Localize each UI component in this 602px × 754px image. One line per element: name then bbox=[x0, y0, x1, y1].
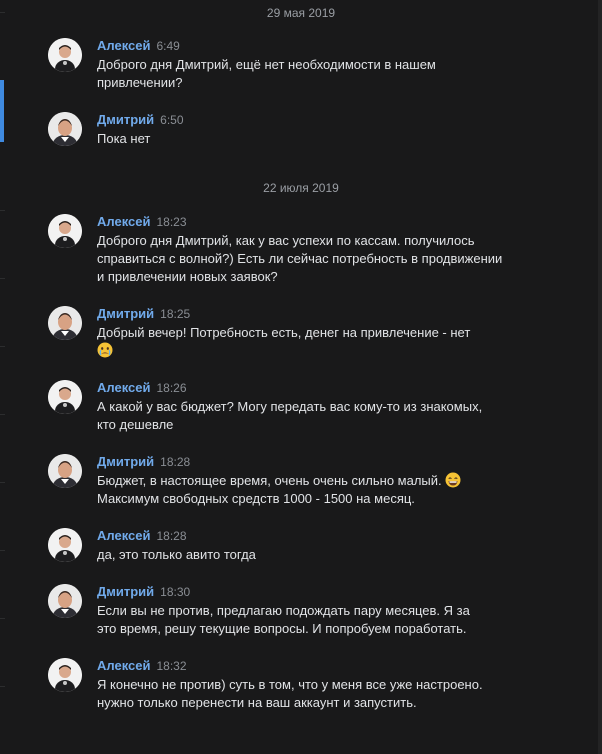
message-author[interactable]: Алексей bbox=[97, 658, 151, 673]
chat-history: 29 мая 2019 Алексей 6:49 Доброго дня Дмит… bbox=[0, 0, 598, 754]
message-text: Бюджет, в настоящее время, очень очень с… bbox=[97, 472, 537, 508]
date-separator: 29 мая 2019 bbox=[266, 6, 336, 20]
message-time[interactable]: 18:30 bbox=[160, 585, 190, 599]
message-text: Я конечно не против) суть в том, что у м… bbox=[97, 676, 537, 712]
grinning-face-emoji bbox=[445, 472, 461, 488]
avatar-aleksey[interactable] bbox=[48, 38, 82, 72]
message-author[interactable]: Алексей bbox=[97, 380, 151, 395]
avatar-aleksey[interactable] bbox=[48, 214, 82, 248]
message-line: и привлечении новых заявок? bbox=[97, 269, 278, 284]
message-text: да, это только авито тогда bbox=[97, 546, 537, 564]
message-time[interactable]: 6:49 bbox=[157, 39, 180, 53]
message-line: кто дешевле bbox=[97, 417, 174, 432]
message-line: да, это только авито тогда bbox=[97, 547, 256, 562]
message-text: Доброго дня Дмитрий, как у вас успехи по… bbox=[97, 232, 537, 286]
chat-scrollbar-track[interactable] bbox=[598, 0, 602, 754]
message-text: А какой у вас бюджет? Могу передать вас … bbox=[97, 398, 537, 434]
crying-face-emoji bbox=[97, 342, 113, 358]
message-line: это время, решу текущие вопросы. И попро… bbox=[97, 621, 467, 636]
message-time[interactable]: 18:25 bbox=[160, 307, 190, 321]
message-text: Доброго дня Дмитрий, ещё нет необходимос… bbox=[97, 56, 537, 92]
message-author[interactable]: Дмитрий bbox=[97, 112, 154, 127]
message-author[interactable]: Алексей bbox=[97, 214, 151, 229]
message-line: Доброго дня Дмитрий, как у вас успехи по… bbox=[97, 233, 475, 248]
message-line: А какой у вас бюджет? Могу передать вас … bbox=[97, 399, 483, 414]
message-time[interactable]: 6:50 bbox=[160, 113, 183, 127]
message-line: Бюджет, в настоящее время, очень очень с… bbox=[97, 472, 537, 490]
message-time[interactable]: 18:26 bbox=[157, 381, 187, 395]
message-line-text: Бюджет, в настоящее время, очень очень с… bbox=[97, 473, 442, 488]
message-time[interactable]: 18:28 bbox=[160, 455, 190, 469]
message-line: Добрый вечер! Потребность есть, денег на… bbox=[97, 325, 471, 340]
message-time[interactable]: 18:23 bbox=[157, 215, 187, 229]
avatar-dmitriy[interactable] bbox=[48, 306, 82, 340]
date-separator: 22 июля 2019 bbox=[263, 181, 339, 195]
message-line: Максимум свободных средств 1000 - 1500 н… bbox=[97, 491, 415, 506]
message-line: Пока нет bbox=[97, 131, 151, 146]
avatar-dmitriy[interactable] bbox=[48, 584, 82, 618]
avatar-dmitriy[interactable] bbox=[48, 454, 82, 488]
message-line: справиться с волной?) Есть ли сейчас пот… bbox=[97, 251, 503, 266]
message-time[interactable]: 18:28 bbox=[157, 529, 187, 543]
message-line: Я конечно не против) суть в том, что у м… bbox=[97, 677, 483, 692]
message-line: нужно только перенести на ваш аккаунт и … bbox=[97, 695, 417, 710]
message-line bbox=[97, 342, 537, 360]
message-line: Если вы не против, предлагаю подождать п… bbox=[97, 603, 470, 618]
avatar-aleksey[interactable] bbox=[48, 658, 82, 692]
message-author[interactable]: Дмитрий bbox=[97, 584, 154, 599]
message-line: привлечении? bbox=[97, 75, 183, 90]
message-author[interactable]: Дмитрий bbox=[97, 306, 154, 321]
avatar-aleksey[interactable] bbox=[48, 528, 82, 562]
message-text: Пока нет bbox=[97, 130, 537, 148]
message-text: Добрый вечер! Потребность есть, денег на… bbox=[97, 324, 537, 360]
avatar-dmitriy[interactable] bbox=[48, 112, 82, 146]
message-author[interactable]: Дмитрий bbox=[97, 454, 154, 469]
avatar-aleksey[interactable] bbox=[48, 380, 82, 414]
message-author[interactable]: Алексей bbox=[97, 528, 151, 543]
message-text: Если вы не против, предлагаю подождать п… bbox=[97, 602, 537, 638]
message-line: Доброго дня Дмитрий, ещё нет необходимос… bbox=[97, 57, 436, 72]
message-author[interactable]: Алексей bbox=[97, 38, 151, 53]
message-time[interactable]: 18:32 bbox=[157, 659, 187, 673]
